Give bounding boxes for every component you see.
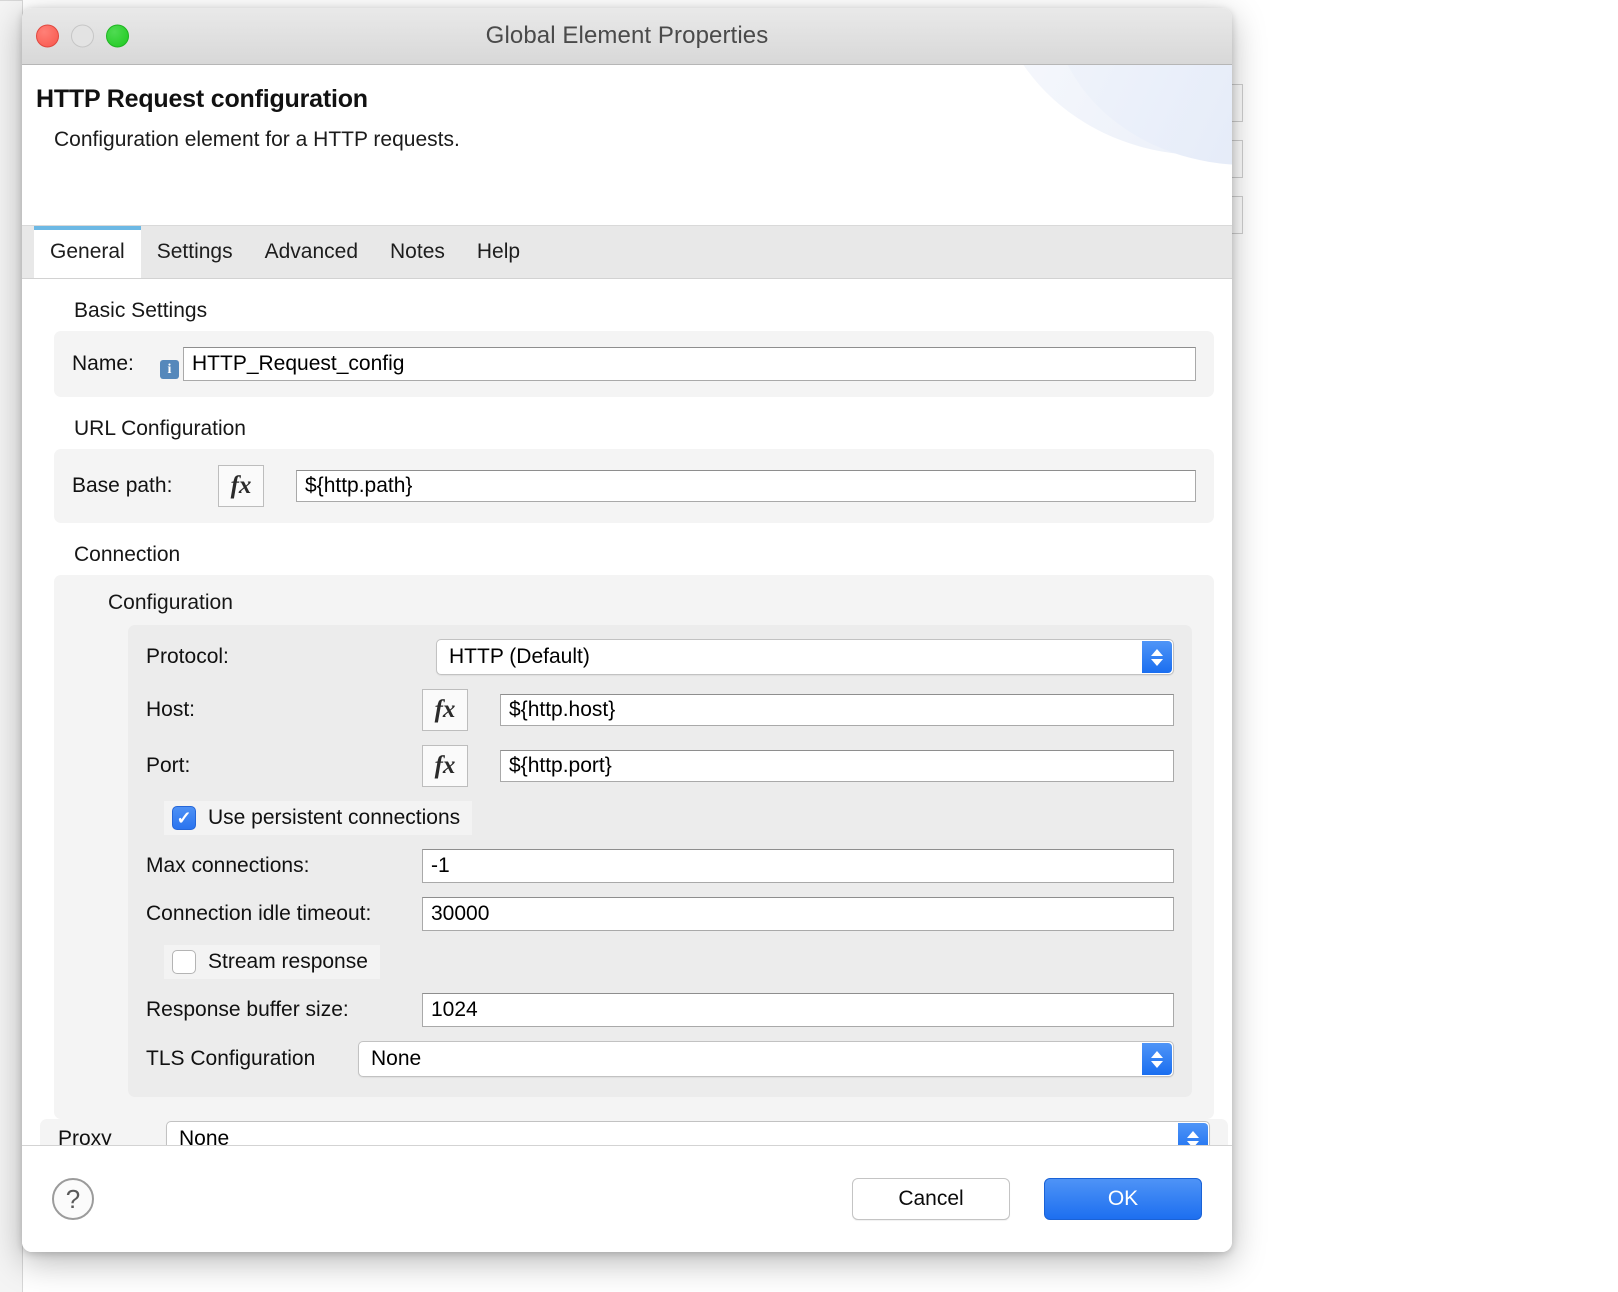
host-input[interactable]: ${http.host} — [500, 694, 1174, 726]
proxy-label: Proxy — [58, 1127, 166, 1145]
help-button[interactable]: ? — [52, 1178, 94, 1220]
screen: Global Element Properties HTTP Request c… — [0, 0, 1618, 1292]
tab-advanced[interactable]: Advanced — [249, 226, 374, 278]
chevron-updown-icon[interactable] — [1178, 1123, 1208, 1145]
checkbox-checked-icon: ✓ — [172, 806, 196, 830]
base-path-label: Base path: — [72, 474, 218, 498]
protocol-label: Protocol: — [146, 645, 436, 669]
tab-bar: General Settings Advanced Notes Help — [22, 226, 1232, 279]
use-persistent-connections-label: Use persistent connections — [208, 806, 460, 830]
max-connections-label: Max connections: — [146, 854, 422, 878]
page-subtitle: Configuration element for a HTTP request… — [54, 128, 1232, 152]
cancel-button[interactable]: Cancel — [852, 1178, 1010, 1220]
tab-general-label: General — [50, 240, 125, 264]
configuration-panel: Protocol: HTTP (Default) Host: fx ${http… — [128, 625, 1192, 1097]
name-input[interactable]: HTTP_Request_config — [183, 347, 1196, 381]
ok-button[interactable]: OK — [1044, 1178, 1202, 1220]
tls-configuration-row: TLS Configuration None — [146, 1041, 1174, 1077]
max-connections-row: Max connections: -1 — [146, 849, 1174, 883]
proxy-row: Proxy None — [40, 1119, 1228, 1145]
name-row: Name: i HTTP_Request_config — [72, 347, 1196, 381]
zoom-button-icon[interactable] — [106, 25, 129, 48]
tab-settings[interactable]: Settings — [141, 226, 249, 278]
host-fx-button[interactable]: fx — [422, 689, 468, 731]
chevron-updown-icon[interactable] — [1142, 641, 1172, 673]
response-buffer-size-label: Response buffer size: — [146, 998, 422, 1022]
port-row: Port: fx ${http.port} — [146, 745, 1174, 787]
basic-settings-panel: Name: i HTTP_Request_config — [54, 331, 1214, 397]
protocol-select[interactable]: HTTP (Default) — [436, 639, 1174, 675]
tab-notes[interactable]: Notes — [374, 226, 461, 278]
use-persistent-connections-checkbox[interactable]: ✓ Use persistent connections — [164, 801, 472, 835]
host-label: Host: — [146, 698, 422, 722]
checkbox-unchecked-icon — [172, 950, 196, 974]
tab-advanced-label: Advanced — [265, 240, 358, 264]
response-buffer-size-row: Response buffer size: 1024 — [146, 993, 1174, 1027]
title-bar: Global Element Properties — [22, 8, 1232, 65]
protocol-selected-value: HTTP (Default) — [449, 645, 590, 669]
tab-notes-label: Notes — [390, 240, 445, 264]
chevron-updown-icon[interactable] — [1142, 1043, 1172, 1075]
background-window-right-edge-1 — [1231, 84, 1243, 122]
base-path-input[interactable]: ${http.path} — [296, 470, 1196, 502]
connection-idle-timeout-label: Connection idle timeout: — [146, 902, 422, 926]
host-row: Host: fx ${http.host} — [146, 689, 1174, 731]
settings-scroll-area[interactable]: Basic Settings Name: i HTTP_Request_conf… — [22, 279, 1232, 1145]
port-fx-button[interactable]: fx — [422, 745, 468, 787]
stream-response-label: Stream response — [208, 950, 368, 974]
tab-help-label: Help — [477, 240, 520, 264]
tab-general[interactable]: General — [34, 226, 141, 278]
background-window-right-edge-3 — [1231, 196, 1243, 234]
window-title: Global Element Properties — [486, 22, 769, 50]
protocol-row: Protocol: HTTP (Default) — [146, 639, 1174, 675]
page-title: HTTP Request configuration — [36, 85, 1232, 114]
dialog-footer: ? Cancel OK — [22, 1145, 1232, 1252]
connection-panel: Configuration Protocol: HTTP (Default) H… — [54, 575, 1214, 1119]
background-window-right-edge-2 — [1231, 140, 1243, 178]
info-icon[interactable]: i — [160, 360, 179, 379]
name-label: Name: — [72, 352, 160, 376]
tls-configuration-label: TLS Configuration — [146, 1047, 358, 1071]
proxy-selected-value: None — [179, 1127, 229, 1145]
dialog-header: HTTP Request configuration Configuration… — [22, 65, 1232, 226]
tls-configuration-select[interactable]: None — [358, 1041, 1174, 1077]
response-buffer-size-input[interactable]: 1024 — [422, 993, 1174, 1027]
max-connections-input[interactable]: -1 — [422, 849, 1174, 883]
url-configuration-heading: URL Configuration — [74, 417, 1218, 441]
port-label: Port: — [146, 754, 422, 778]
connection-idle-timeout-input[interactable]: 30000 — [422, 897, 1174, 931]
tab-settings-label: Settings — [157, 240, 233, 264]
traffic-light-group — [36, 25, 129, 48]
stream-response-checkbox[interactable]: Stream response — [164, 945, 380, 979]
basic-settings-heading: Basic Settings — [74, 299, 1218, 323]
configuration-heading: Configuration — [108, 591, 1196, 615]
proxy-select[interactable]: None — [166, 1121, 1210, 1145]
tab-help[interactable]: Help — [461, 226, 536, 278]
base-path-fx-button[interactable]: fx — [218, 465, 264, 507]
connection-idle-timeout-row: Connection idle timeout: 30000 — [146, 897, 1174, 931]
tls-configuration-selected-value: None — [371, 1047, 421, 1071]
close-button-icon[interactable] — [36, 25, 59, 48]
port-input[interactable]: ${http.port} — [500, 750, 1174, 782]
url-configuration-panel: Base path: fx ${http.path} — [54, 449, 1214, 523]
background-window-left-edge — [0, 0, 23, 1292]
minimize-button-icon[interactable] — [71, 25, 94, 48]
connection-heading: Connection — [74, 543, 1218, 567]
global-element-properties-dialog: Global Element Properties HTTP Request c… — [22, 8, 1232, 1252]
base-path-row: Base path: fx ${http.path} — [72, 465, 1196, 507]
